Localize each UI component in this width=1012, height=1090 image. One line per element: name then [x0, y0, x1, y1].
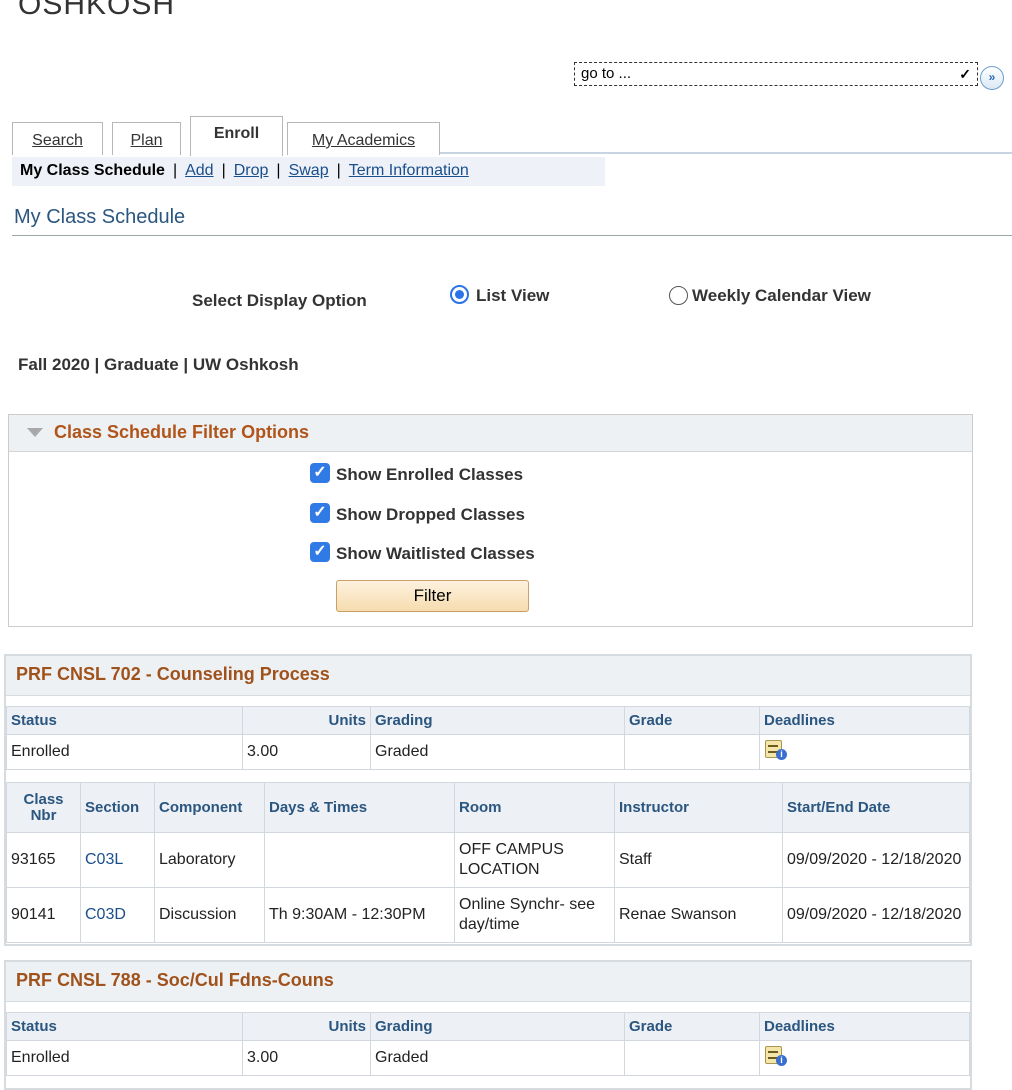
goto-select-value: go to ... — [581, 65, 632, 82]
units-header: Units — [242, 706, 371, 735]
show-dropped-checkbox[interactable]: ✓ — [310, 503, 330, 523]
grade-header: Grade — [624, 706, 760, 735]
display-option-label: Select Display Option — [192, 291, 367, 310]
title-divider — [12, 235, 1012, 236]
section-link[interactable]: C03D — [80, 887, 155, 943]
dates-cell: 09/09/2020 - 12/18/2020 — [782, 887, 970, 943]
filter-panel-title[interactable]: Class Schedule Filter Options — [54, 422, 309, 443]
deadlines-calendar-icon[interactable]: i — [764, 1044, 787, 1066]
deadlines-cell: i — [759, 734, 970, 770]
instructor-cell: Renae Swanson — [614, 887, 783, 943]
weekly-calendar-view-radio[interactable] — [669, 286, 688, 305]
class-nbr-header: Class Nbr — [6, 782, 81, 833]
table-row: 90141 C03D Discussion Th 9:30AM - 12:30P… — [6, 887, 970, 943]
dates-cell: 09/09/2020 - 12/18/2020 — [782, 832, 970, 888]
goto-select[interactable]: go to ... ✓ — [574, 62, 978, 86]
university-logo: OSHKOSH — [18, 0, 176, 21]
subnav-swap-link[interactable]: Swap — [289, 162, 329, 179]
show-dropped-label[interactable]: Show Dropped Classes — [336, 505, 525, 525]
grading-value: Graded — [370, 1040, 625, 1076]
deadlines-calendar-icon[interactable]: i — [764, 738, 787, 760]
days-times-header: Days & Times — [264, 782, 455, 833]
component-header: Component — [154, 782, 265, 833]
chevron-down-icon: ✓ — [959, 66, 971, 82]
class-status-table: Status Units Grading Grade Deadlines Enr… — [6, 706, 970, 770]
class-nbr-cell: 93165 — [6, 832, 81, 888]
room-header: Room — [454, 782, 615, 833]
tab-my-academics[interactable]: My Academics — [287, 122, 440, 155]
tabs-underline — [440, 152, 1012, 154]
room-cell: OFF CAMPUS LOCATION — [454, 832, 615, 888]
days-times-cell: Th 9:30AM - 12:30PM — [264, 887, 455, 943]
instructor-cell: Staff — [614, 832, 783, 888]
status-header: Status — [6, 706, 243, 735]
filter-button[interactable]: Filter — [336, 580, 529, 612]
units-value: 3.00 — [242, 1040, 371, 1076]
tab-plan[interactable]: Plan — [112, 122, 181, 155]
term-info: Fall 2020 | Graduate | UW Oshkosh — [18, 355, 299, 374]
subnav-drop-link[interactable]: Drop — [234, 162, 269, 179]
section-link[interactable]: C03L — [80, 832, 155, 888]
grade-header: Grade — [624, 1012, 760, 1041]
status-header: Status — [6, 1012, 243, 1041]
section-header: Section — [80, 782, 155, 833]
class-title: PRF CNSL 702 - Counseling Process — [6, 656, 970, 696]
subnav-term-information-link[interactable]: Term Information — [349, 162, 469, 179]
tab-enroll-label: Enroll — [213, 125, 260, 142]
dates-header: Start/End Date — [782, 782, 970, 833]
class-sections-table: Class Nbr Section Component Days & Times… — [6, 782, 970, 943]
subnav-current: My Class Schedule — [20, 162, 165, 179]
status-value: Enrolled — [6, 1040, 243, 1076]
table-row: 93165 C03L Laboratory OFF CAMPUS LOCATIO… — [6, 832, 970, 888]
tab-my-academics-label: My Academics — [311, 132, 416, 149]
component-cell: Laboratory — [154, 832, 265, 888]
status-value: Enrolled — [6, 734, 243, 770]
deadlines-header: Deadlines — [759, 1012, 970, 1041]
class-title: PRF CNSL 788 - Soc/Cul Fdns-Couns — [6, 962, 970, 1002]
tab-enroll[interactable]: Enroll — [190, 116, 283, 156]
grading-header: Grading — [370, 706, 625, 735]
grading-value: Graded — [370, 734, 625, 770]
units-value: 3.00 — [242, 734, 371, 770]
grade-value — [624, 734, 760, 770]
tab-plan-label: Plan — [130, 132, 163, 149]
days-times-cell — [264, 832, 455, 888]
goto-go-button[interactable]: » — [980, 66, 1004, 90]
class-status-table: Status Units Grading Grade Deadlines Enr… — [6, 1012, 970, 1076]
show-enrolled-checkbox[interactable]: ✓ — [310, 463, 330, 483]
subnav-add-link[interactable]: Add — [185, 162, 213, 179]
units-header: Units — [242, 1012, 371, 1041]
deadlines-cell: i — [759, 1040, 970, 1076]
room-cell: Online Synchr- see day/time — [454, 887, 615, 943]
component-cell: Discussion — [154, 887, 265, 943]
list-view-radio[interactable] — [450, 285, 469, 304]
list-view-label[interactable]: List View — [476, 286, 549, 306]
deadlines-header: Deadlines — [759, 706, 970, 735]
weekly-calendar-view-label[interactable]: Weekly Calendar View — [692, 286, 871, 306]
instructor-header: Instructor — [614, 782, 783, 833]
show-enrolled-label[interactable]: Show Enrolled Classes — [336, 465, 523, 485]
enroll-subnav: My Class Schedule | Add | Drop | Swap | Term Inf… — [12, 157, 605, 186]
show-waitlisted-label[interactable]: Show Waitlisted Classes — [336, 544, 535, 564]
grading-header: Grading — [370, 1012, 625, 1041]
class-nbr-cell: 90141 — [6, 887, 81, 943]
page-title: My Class Schedule — [14, 206, 186, 228]
tab-search[interactable]: Search — [12, 122, 103, 155]
collapse-triangle-icon[interactable] — [27, 428, 43, 437]
grade-value — [624, 1040, 760, 1076]
show-waitlisted-checkbox[interactable]: ✓ — [310, 542, 330, 562]
tab-search-label: Search — [32, 132, 83, 149]
